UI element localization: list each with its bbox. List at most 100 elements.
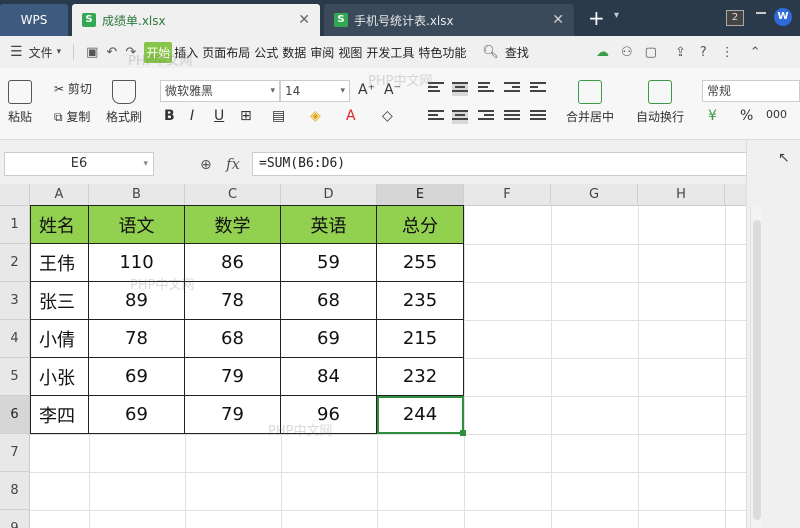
- window-count-badge[interactable]: 2: [726, 10, 744, 26]
- column-header-a[interactable]: A: [30, 184, 89, 206]
- font-size-select[interactable]: 14 ▾: [280, 80, 350, 102]
- column-header-c[interactable]: C: [185, 184, 281, 206]
- row-header-3[interactable]: 3: [0, 282, 30, 320]
- cell-d5[interactable]: 84: [281, 358, 377, 396]
- fill-handle[interactable]: [460, 430, 466, 436]
- cell-e1[interactable]: 总分: [377, 205, 464, 244]
- cell-c1[interactable]: 数学: [185, 205, 281, 244]
- tab-grades-file[interactable]: S 成绩单.xlsx ✕: [72, 4, 320, 36]
- share-user-icon[interactable]: ⚇: [621, 45, 633, 60]
- chevron-down-icon[interactable]: ▾: [614, 10, 619, 21]
- shrink-font-icon[interactable]: A⁻: [384, 82, 401, 98]
- fill-color-icon[interactable]: ◈: [310, 108, 321, 124]
- cell-d3[interactable]: 68: [281, 282, 377, 320]
- cell-e2[interactable]: 255: [377, 244, 464, 282]
- cell-style-icon[interactable]: ▤: [272, 108, 285, 124]
- column-header-b[interactable]: B: [89, 184, 185, 206]
- column-header-f[interactable]: F: [464, 184, 551, 206]
- cell-d4[interactable]: 69: [281, 320, 377, 358]
- cell-b2[interactable]: 110: [89, 244, 185, 282]
- tab-data[interactable]: 数据: [280, 42, 308, 63]
- number-format-select[interactable]: 常规: [702, 80, 800, 102]
- cell-d6[interactable]: 96: [281, 396, 377, 434]
- cell-c5[interactable]: 79: [185, 358, 281, 396]
- cell-e5[interactable]: 232: [377, 358, 464, 396]
- tab-page-layout[interactable]: 页面布局: [200, 42, 252, 63]
- tab-phone-file[interactable]: S 手机号统计表.xlsx ✕: [324, 4, 574, 36]
- cell-a6[interactable]: 李四: [30, 396, 89, 434]
- clear-format-icon[interactable]: ◇: [382, 108, 393, 124]
- cell-a2[interactable]: 王伟: [30, 244, 89, 282]
- name-box[interactable]: E6 ▾: [4, 152, 154, 176]
- font-name-select[interactable]: 微软雅黑 ▾: [160, 80, 280, 102]
- italic-icon[interactable]: I: [190, 108, 194, 124]
- tab-insert[interactable]: 插入: [172, 42, 200, 63]
- wps-home-tab[interactable]: WPS: [0, 4, 68, 36]
- chevron-down-icon[interactable]: ▾: [57, 47, 62, 57]
- cell-b3[interactable]: 89: [89, 282, 185, 320]
- merge-center-button[interactable]: 合并居中: [566, 80, 614, 125]
- thousands-separator-icon[interactable]: 000: [766, 108, 787, 121]
- wrap-text-button[interactable]: 自动换行: [636, 80, 684, 125]
- column-header-i[interactable]: [725, 184, 746, 206]
- align-left-icon[interactable]: [428, 110, 444, 124]
- percent-button[interactable]: %: [740, 108, 753, 124]
- cloud-sync-icon[interactable]: ☁: [596, 45, 609, 60]
- function-icon[interactable]: fx: [226, 155, 240, 173]
- row-header-8[interactable]: 8: [0, 472, 30, 510]
- cut-button[interactable]: ✂ 剪切: [54, 80, 92, 97]
- search-icon[interactable]: 🔍︎: [482, 45, 499, 60]
- cell-c3[interactable]: 78: [185, 282, 281, 320]
- format-painter-button[interactable]: 格式刷: [106, 80, 142, 125]
- cell-b1[interactable]: 语文: [89, 205, 185, 244]
- indent-increase-icon[interactable]: [530, 82, 546, 96]
- hamburger-icon[interactable]: ☰: [10, 44, 23, 60]
- new-tab-icon[interactable]: +: [588, 6, 605, 30]
- cell-a3[interactable]: 张三: [30, 282, 89, 320]
- paste-button[interactable]: 粘贴: [8, 80, 32, 125]
- vertical-scrollbar[interactable]: [750, 206, 762, 528]
- tab-review[interactable]: 审阅: [308, 42, 336, 63]
- redo-icon[interactable]: ↷: [125, 45, 136, 60]
- underline-icon[interactable]: U: [214, 108, 224, 124]
- more-icon[interactable]: ⋮: [721, 45, 734, 60]
- row-header-1[interactable]: 1: [0, 206, 30, 244]
- align-middle-icon[interactable]: [452, 82, 468, 96]
- justify-icon[interactable]: [504, 110, 520, 124]
- row-header-5[interactable]: 5: [0, 358, 30, 396]
- copy-button[interactable]: ⧉ 复制: [54, 108, 90, 125]
- grow-font-icon[interactable]: A⁺: [358, 82, 375, 98]
- cell-e3[interactable]: 235: [377, 282, 464, 320]
- cell-c6[interactable]: 79: [185, 396, 281, 434]
- tab-special[interactable]: 特色功能: [416, 42, 468, 63]
- zoom-formula-icon[interactable]: ⊕: [200, 157, 212, 173]
- currency-icon[interactable]: ¥: [708, 108, 717, 124]
- font-color-icon[interactable]: A: [346, 108, 356, 124]
- distribute-icon[interactable]: [530, 110, 546, 124]
- column-header-g[interactable]: G: [551, 184, 638, 206]
- tab-developer[interactable]: 开发工具: [364, 42, 416, 63]
- row-header-6[interactable]: 6: [0, 396, 30, 434]
- align-top-icon[interactable]: [428, 82, 444, 96]
- cell-a4[interactable]: 小倩: [30, 320, 89, 358]
- cell-b5[interactable]: 69: [89, 358, 185, 396]
- cell-c4[interactable]: 68: [185, 320, 281, 358]
- indent-decrease-icon[interactable]: [504, 82, 520, 96]
- file-menu[interactable]: 文件: [29, 44, 53, 61]
- wps-logo-icon[interactable]: W: [774, 8, 792, 26]
- tab-view[interactable]: 视图: [336, 42, 364, 63]
- row-header-9[interactable]: 9: [0, 510, 30, 528]
- row-header-2[interactable]: 2: [0, 244, 30, 282]
- cell-b4[interactable]: 78: [89, 320, 185, 358]
- spreadsheet-grid[interactable]: A B C D E F G H 1 2 3 4 5 6 7 8 9 姓名 语文 …: [0, 184, 746, 528]
- cell-a1[interactable]: 姓名: [30, 205, 89, 244]
- undo-icon[interactable]: ↶: [106, 45, 117, 60]
- tab-formulas[interactable]: 公式: [252, 42, 280, 63]
- cell-b6[interactable]: 69: [89, 396, 185, 434]
- cell-a5[interactable]: 小张: [30, 358, 89, 396]
- align-right-icon[interactable]: [478, 110, 494, 124]
- cell-d1[interactable]: 英语: [281, 205, 377, 244]
- tab-home[interactable]: 开始: [144, 41, 173, 63]
- export-icon[interactable]: ⇪: [675, 45, 686, 60]
- border-icon[interactable]: ⊞: [240, 108, 252, 124]
